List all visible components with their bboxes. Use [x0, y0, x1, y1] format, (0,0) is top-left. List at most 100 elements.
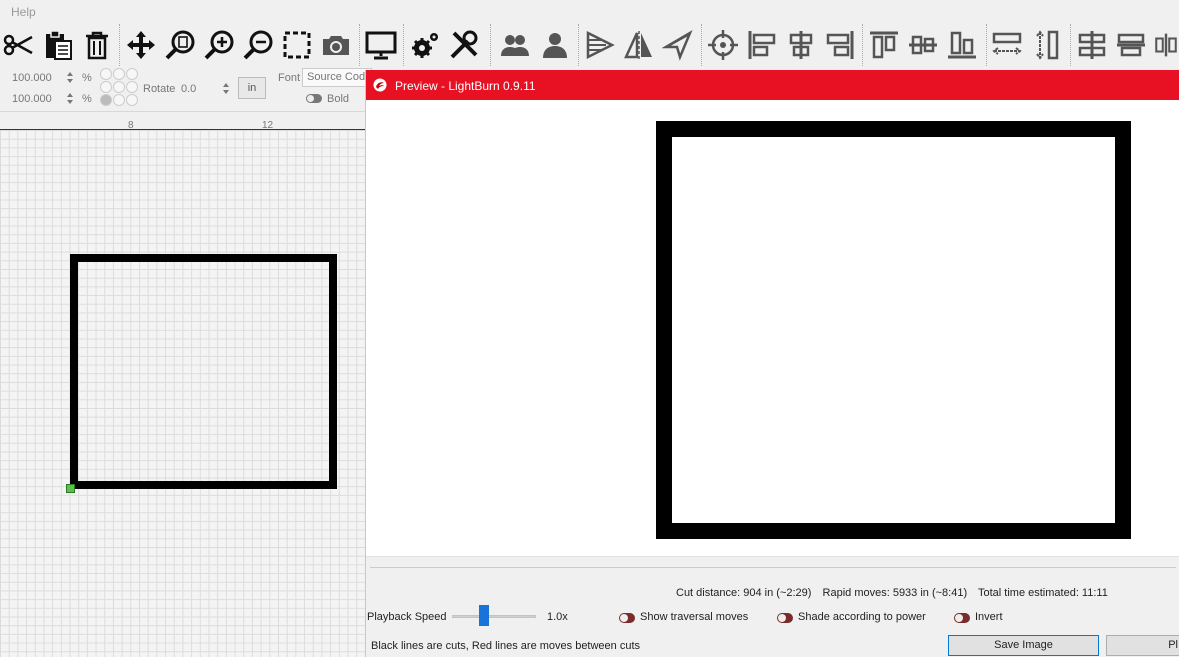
- toolbar-separator: [403, 24, 404, 66]
- ungroup-tool[interactable]: [538, 27, 572, 63]
- selection-handle[interactable]: [66, 484, 75, 493]
- align-top-icon: [870, 31, 898, 59]
- height-field[interactable]: 100.000: [12, 93, 52, 105]
- height-spinner[interactable]: [65, 92, 75, 106]
- menu-bar: Help: [0, 0, 1179, 24]
- rotate-tool[interactable]: [661, 27, 695, 63]
- zoom-page-tool[interactable]: [163, 27, 197, 63]
- playback-speed-slider[interactable]: [452, 615, 536, 618]
- more-align-icon: [1155, 33, 1177, 57]
- flip-horizontal-tool[interactable]: [583, 27, 617, 63]
- align-bottom-tool[interactable]: [945, 27, 979, 63]
- frame-selection-tool[interactable]: [280, 27, 314, 63]
- trash-icon: [86, 31, 108, 60]
- align-left-icon: [748, 31, 776, 59]
- invert-label: Invert: [975, 611, 1003, 623]
- width-percent: %: [82, 72, 92, 84]
- lightburn-window: Help 100.000 % 100.000 % Rotate 0.0 in F…: [0, 0, 1179, 657]
- canvas-rectangle-shape[interactable]: [70, 254, 337, 489]
- save-image-button[interactable]: Save Image: [948, 635, 1099, 656]
- zoom-out-tool[interactable]: [241, 27, 275, 63]
- mirror-icon: [624, 31, 652, 59]
- width-field[interactable]: 100.000: [12, 72, 52, 84]
- mirror-tool[interactable]: [622, 27, 656, 63]
- space-v-tool[interactable]: [1114, 27, 1148, 63]
- crosshair-icon: [708, 30, 738, 60]
- zoom-in-icon: [204, 30, 234, 60]
- main-toolbar: [0, 24, 1179, 66]
- preview-stats: Cut distance: 904 in (~2:29) Rapid moves…: [676, 587, 1116, 599]
- settings-tool[interactable]: [408, 27, 442, 63]
- group-tool[interactable]: [498, 27, 532, 63]
- camera-tool[interactable]: [319, 27, 353, 63]
- align-center-h-tool[interactable]: [784, 27, 818, 63]
- group-icon: [501, 35, 529, 56]
- align-center-h-icon: [789, 31, 813, 59]
- dashed-rect-icon: [283, 31, 311, 59]
- distribute-v-tool[interactable]: [1029, 27, 1063, 63]
- align-top-tool[interactable]: [867, 27, 901, 63]
- shade-power-toggle[interactable]: [777, 613, 793, 623]
- rapid-moves-text: Rapid moves: 5933 in (~8:41): [822, 587, 968, 599]
- toolbar-separator: [986, 24, 987, 66]
- preview-controls: Cut distance: 904 in (~2:29) Rapid moves…: [366, 572, 1179, 657]
- show-traversal-toggle[interactable]: [619, 613, 635, 623]
- arrow-rotate-icon: [662, 30, 693, 61]
- preview-canvas[interactable]: [366, 100, 1179, 556]
- playback-speed-handle[interactable]: [478, 605, 489, 626]
- toolbar-separator: [578, 24, 579, 66]
- unit-toggle-button[interactable]: in: [238, 77, 266, 99]
- align-right-tool[interactable]: [823, 27, 857, 63]
- user-icon: [543, 33, 567, 58]
- font-label: Font: [278, 72, 301, 84]
- align-middle-icon: [909, 35, 937, 55]
- center-tool[interactable]: [706, 27, 740, 63]
- space-h-icon: [1078, 31, 1106, 59]
- move-tool[interactable]: [124, 27, 158, 63]
- font-select[interactable]: Source Code: [302, 68, 372, 87]
- menu-help[interactable]: Help: [11, 5, 36, 19]
- distribute-h-tool[interactable]: [990, 27, 1024, 63]
- monitor-icon: [365, 31, 397, 60]
- toolbar-separator: [119, 24, 120, 66]
- toolbar-separator: [490, 24, 491, 66]
- space-h-tool[interactable]: [1075, 27, 1109, 63]
- play-button[interactable]: Pl: [1106, 635, 1179, 656]
- toolbar-separator: [1070, 24, 1071, 66]
- more-tool[interactable]: [1153, 27, 1179, 63]
- delete-tool[interactable]: [80, 27, 114, 63]
- rotate-field[interactable]: 0.0: [181, 83, 196, 95]
- machine-settings-tool[interactable]: [447, 27, 481, 63]
- bold-toggle[interactable]: [306, 94, 322, 103]
- rotate-spinner[interactable]: [221, 82, 231, 96]
- preview-title-bar[interactable]: Preview - LightBurn 0.9.11: [366, 70, 1179, 100]
- lightburn-logo-icon: [373, 78, 387, 92]
- flip-horizontal-icon: [586, 30, 615, 60]
- scissors-icon: [3, 34, 33, 56]
- anchor-grid[interactable]: [100, 68, 140, 108]
- camera-icon: [323, 36, 349, 55]
- preview-scrollbar[interactable]: [366, 556, 1179, 572]
- toolbar-separator: [359, 24, 360, 66]
- clipboard-icon: [46, 30, 72, 60]
- bold-label: Bold: [327, 93, 350, 105]
- paste-tool[interactable]: [41, 27, 75, 63]
- monitor-tool[interactable]: [364, 27, 398, 63]
- align-left-tool[interactable]: [745, 27, 779, 63]
- align-middle-tool[interactable]: [906, 27, 940, 63]
- toolbar-separator: [862, 24, 863, 66]
- move-arrows-icon: [127, 31, 155, 59]
- zoom-in-tool[interactable]: [202, 27, 236, 63]
- zoom-out-icon: [243, 30, 273, 60]
- preview-window: Preview - LightBurn 0.9.11 Cut distance:…: [365, 70, 1179, 657]
- space-v-icon: [1117, 33, 1145, 57]
- preview-cut-rectangle: [656, 121, 1131, 539]
- invert-toggle[interactable]: [954, 613, 970, 623]
- total-time-text: Total time estimated: 11:11: [978, 587, 1108, 599]
- preview-legend-text: Black lines are cuts, Red lines are move…: [371, 640, 641, 652]
- preview-title: Preview - LightBurn 0.9.11: [395, 79, 536, 93]
- gears-icon: [412, 33, 438, 58]
- rotate-label: Rotate: [143, 83, 176, 95]
- width-spinner[interactable]: [65, 71, 75, 85]
- cut-tool[interactable]: [1, 27, 35, 63]
